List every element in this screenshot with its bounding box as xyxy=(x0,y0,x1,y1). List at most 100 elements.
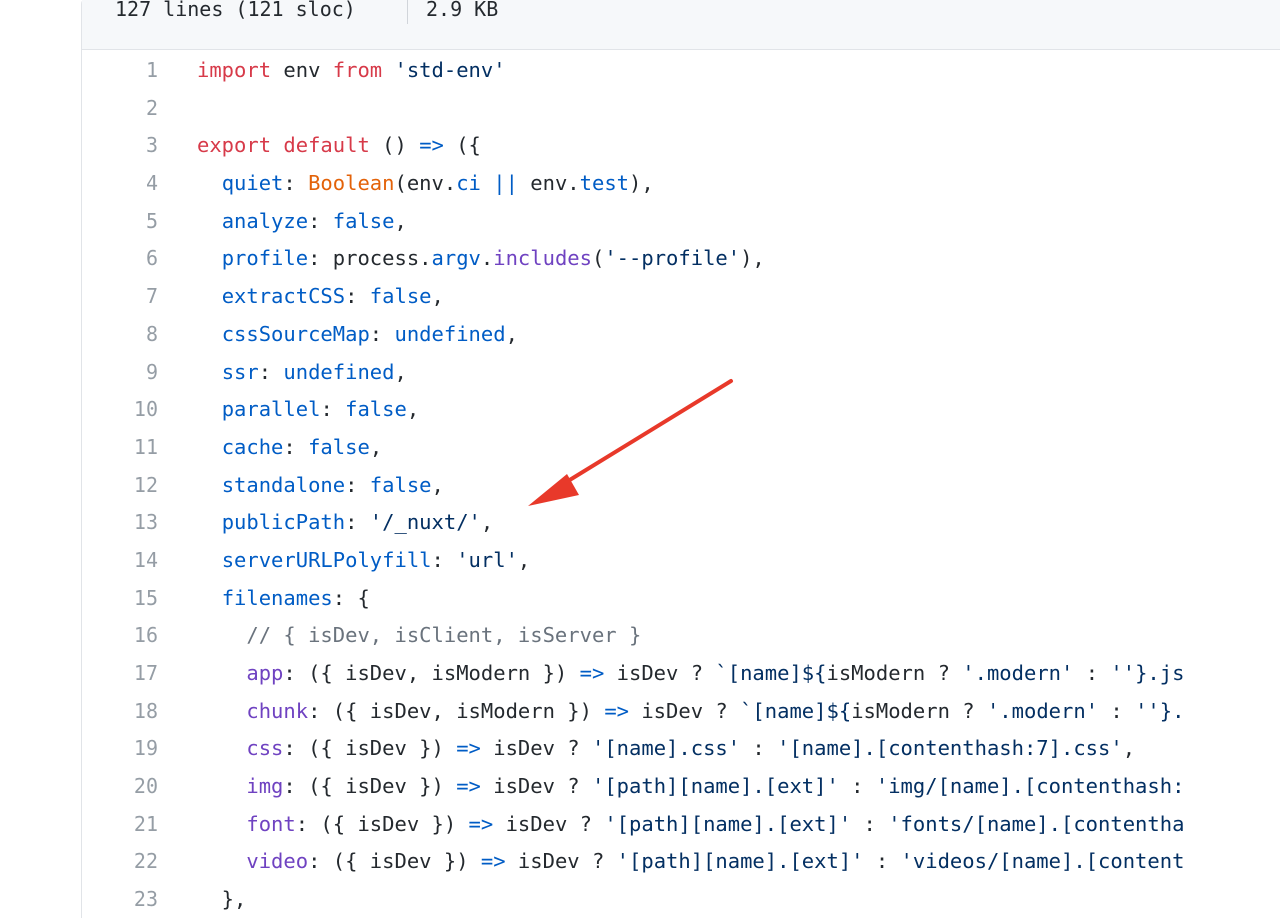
code-token: false xyxy=(308,434,370,459)
code-token: isDev ? xyxy=(493,811,605,836)
code-token: cache xyxy=(221,434,284,459)
line-number[interactable]: 21 xyxy=(82,806,158,844)
line-code: ssr: undefined, xyxy=(197,354,407,392)
code-token: ), xyxy=(740,246,765,271)
code-token: isDev ? xyxy=(629,698,741,723)
code-token: => xyxy=(419,133,444,158)
line-number[interactable]: 11 xyxy=(82,429,158,467)
code-token: '[path][name].[ext]' xyxy=(616,849,864,874)
code-token: false xyxy=(345,397,407,422)
code-line: 18 chunk: ({ isDev, isModern }) => isDev… xyxy=(82,693,1280,731)
code-line: 13 publicPath: '/_nuxt/', xyxy=(82,504,1280,542)
code-token: export xyxy=(197,133,272,158)
code-line: 23 }, xyxy=(82,881,1280,918)
code-token: Boolean xyxy=(308,171,395,196)
line-number[interactable]: 12 xyxy=(82,467,158,505)
code-token: : xyxy=(345,510,370,535)
code-token: => xyxy=(579,661,605,685)
code-token: '--profile' xyxy=(604,246,741,271)
code-token: 'url' xyxy=(456,547,518,572)
line-number[interactable]: 17 xyxy=(82,655,158,693)
code-token: : ({ isDev }) xyxy=(283,736,457,761)
line-code: extractCSS: false, xyxy=(197,278,444,316)
code-token: from xyxy=(332,58,383,82)
line-number[interactable]: 9 xyxy=(82,354,158,392)
code-token: : xyxy=(740,736,778,761)
line-number[interactable]: 19 xyxy=(82,730,158,768)
line-number[interactable]: 20 xyxy=(82,768,158,806)
code-token: , xyxy=(480,510,494,535)
code-token: '[path][name].[ext]' xyxy=(604,811,852,836)
code-token: argv xyxy=(431,246,481,271)
code-token: img xyxy=(246,774,284,799)
line-number[interactable]: 16 xyxy=(82,617,158,655)
code-token: : xyxy=(283,434,309,459)
code-token: import xyxy=(197,58,272,82)
line-code: analyze: false, xyxy=(197,203,407,241)
code-token: : ({ isDev, isModern }) xyxy=(308,698,605,723)
line-code: }, xyxy=(197,881,247,918)
line-number[interactable]: 6 xyxy=(82,240,158,278)
line-number[interactable]: 8 xyxy=(82,316,158,354)
code-token: `[name]${ xyxy=(715,661,827,685)
code-token: => xyxy=(468,811,494,836)
line-number[interactable]: 23 xyxy=(82,881,158,918)
code-token: '.modern' xyxy=(962,661,1074,685)
code-token: }. xyxy=(1159,698,1185,723)
line-number[interactable]: 4 xyxy=(82,165,158,203)
code-line: 11 cache: false, xyxy=(82,429,1280,467)
code-token: : ({ isDev }) xyxy=(283,774,457,799)
code-token: , xyxy=(431,284,444,309)
code-token: extractCSS xyxy=(221,284,346,309)
code-token: => xyxy=(456,736,481,761)
line-number[interactable]: 13 xyxy=(82,504,158,542)
line-code: export default () => ({ xyxy=(197,127,481,165)
code-token: filenames xyxy=(221,585,333,610)
code-token: '/_nuxt/' xyxy=(369,510,481,535)
line-number[interactable]: 15 xyxy=(82,580,158,618)
line-number[interactable]: 14 xyxy=(82,542,158,580)
code-token: : xyxy=(1098,698,1136,723)
code-token: `[name]${ xyxy=(740,698,852,723)
line-code: // { isDev, isClient, isServer } xyxy=(197,617,641,655)
code-token: app xyxy=(246,661,284,685)
line-number[interactable]: 7 xyxy=(82,278,158,316)
code-token: ci xyxy=(456,171,481,196)
code-token: : xyxy=(345,284,370,309)
line-number[interactable]: 10 xyxy=(82,391,158,429)
code-token: : xyxy=(308,208,333,233)
code-line: 12 standalone: false, xyxy=(82,467,1280,505)
line-number[interactable]: 18 xyxy=(82,693,158,731)
line-number[interactable]: 5 xyxy=(82,203,158,241)
code-token: , xyxy=(394,359,407,384)
code-token: env xyxy=(271,58,333,82)
line-code: parallel: false, xyxy=(197,391,420,429)
code-token: . xyxy=(480,246,494,271)
code-line: 5 analyze: false, xyxy=(82,203,1280,241)
code-token: cssSourceMap xyxy=(221,321,370,346)
line-code: serverURLPolyfill: 'url', xyxy=(197,542,531,580)
code-token: isDev ? xyxy=(480,736,592,761)
code-token: standalone xyxy=(221,472,346,497)
code-token: : ({ isDev }) xyxy=(308,849,481,874)
line-code: img: ({ isDev }) => isDev ? '[path][name… xyxy=(197,768,1184,806)
code-line: 7 extractCSS: false, xyxy=(82,278,1280,316)
code-line: 8 cssSourceMap: undefined, xyxy=(82,316,1280,354)
line-number[interactable]: 1 xyxy=(82,52,158,90)
code-token: undefined xyxy=(283,359,395,384)
code-token: quiet xyxy=(221,171,284,196)
code-token: video xyxy=(246,849,309,874)
line-code: chunk: ({ isDev, isModern }) => isDev ? … xyxy=(197,693,1184,731)
file-line-count: 127 lines (121 sloc) xyxy=(115,0,356,21)
line-number[interactable]: 2 xyxy=(82,90,158,128)
code-token: (env. xyxy=(394,171,457,196)
line-number[interactable]: 22 xyxy=(82,843,158,881)
code-line: 19 css: ({ isDev }) => isDev ? '[name].c… xyxy=(82,730,1280,768)
line-number[interactable]: 3 xyxy=(82,127,158,165)
line-code: profile: process.argv.includes('--profil… xyxy=(197,240,765,278)
